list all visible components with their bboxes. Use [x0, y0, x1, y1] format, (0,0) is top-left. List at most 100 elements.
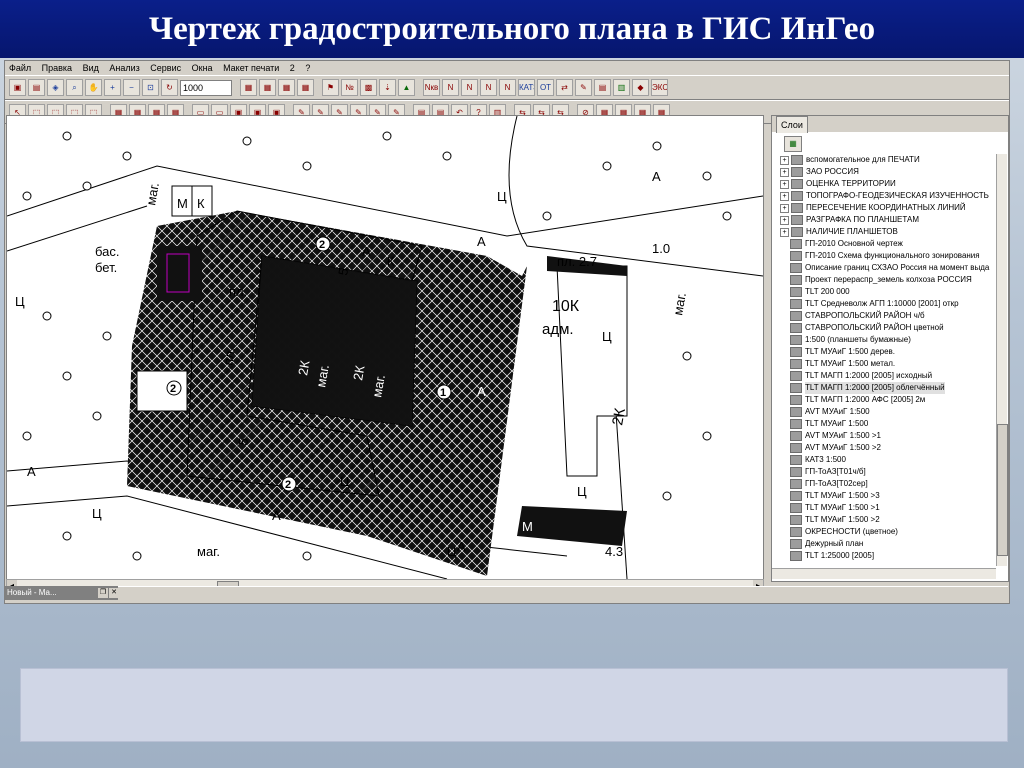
tool-icon[interactable]: №: [341, 79, 358, 96]
zoom-fit-icon[interactable]: ⊡: [142, 79, 159, 96]
tool-icon[interactable]: N: [480, 79, 497, 96]
tool-icon[interactable]: N: [499, 79, 516, 96]
menu-2[interactable]: 2: [290, 63, 295, 73]
map-canvas[interactable]: маг. М К бас. бет. пл. пл. 2.7 1.0 10К а…: [6, 115, 764, 580]
tool-icon[interactable]: Nкв: [423, 79, 440, 96]
minimized-window[interactable]: Новый - Ма... ❐ ✕: [4, 586, 121, 600]
menu-view[interactable]: Вид: [83, 63, 99, 73]
layer-row[interactable]: TLT МАГП 1:2000 [2005] облегчённый: [780, 382, 996, 394]
save-icon[interactable]: ▤: [28, 79, 45, 96]
layer-label: Проект перераспр_земель колхоза РОССИЯ: [805, 275, 972, 284]
layer-row[interactable]: TLT 200 000: [780, 286, 996, 298]
map-label: бас.: [95, 244, 120, 259]
layer-row[interactable]: ОКРЕСНОСТИ (цветное): [780, 526, 996, 538]
zoom-out-icon[interactable]: −: [123, 79, 140, 96]
layer-row[interactable]: Дежурный план: [780, 538, 996, 550]
expand-icon[interactable]: +: [780, 179, 789, 189]
layer-row[interactable]: Проект перераспр_земель колхоза РОССИЯ: [780, 274, 996, 286]
layer-tree: + вспомогательное для ПЕЧАТИ + ЗАО РОССИЯ + О…: [780, 154, 996, 574]
layer-group-row[interactable]: + ЗАО РОССИЯ: [780, 166, 996, 178]
menu-analysis[interactable]: Анализ: [109, 63, 139, 73]
menu-print-layout[interactable]: Макет печати: [223, 63, 279, 73]
layer-row[interactable]: 1:500 (планшеты бумажные): [780, 334, 996, 346]
expand-icon[interactable]: +: [780, 203, 789, 213]
layer-group-row[interactable]: + РАЗГРАФКА ПО ПЛАНШЕТАМ: [780, 214, 996, 226]
layer-row[interactable]: СТАВРОПОЛЬСКИЙ РАЙОН ч/б: [780, 310, 996, 322]
tool-icon[interactable]: ◆: [632, 79, 649, 96]
layer-row[interactable]: TLT МУАиГ 1:500 >3: [780, 490, 996, 502]
expand-icon[interactable]: +: [780, 215, 789, 225]
layer-row[interactable]: AVT МУАиГ 1:500: [780, 406, 996, 418]
layer-row[interactable]: TLT МУАиГ 1:500 >2: [780, 514, 996, 526]
tool-icon[interactable]: N: [461, 79, 478, 96]
hand-icon[interactable]: ✋: [85, 79, 102, 96]
layer-row[interactable]: ГП-ТоАЗ[Т01ч/б]: [780, 466, 996, 478]
layer-label: TLT МУАиГ 1:500 дерев.: [805, 347, 896, 356]
layer-row[interactable]: TLT МУАиГ 1:500 метал.: [780, 358, 996, 370]
tool-icon[interactable]: ▤: [594, 79, 611, 96]
layer-row[interactable]: TLT МУАиГ 1:500: [780, 418, 996, 430]
tool-icon[interactable]: N: [442, 79, 459, 96]
refresh-icon[interactable]: ↻: [161, 79, 178, 96]
expand-icon[interactable]: +: [780, 191, 789, 201]
layer-icon[interactable]: ◈: [47, 79, 64, 96]
menu-help[interactable]: ?: [305, 63, 310, 73]
tool-icon[interactable]: ⚑: [322, 79, 339, 96]
tool-icon[interactable]: ▦: [240, 79, 257, 96]
tool-icon[interactable]: ▥: [613, 79, 630, 96]
tool-icon[interactable]: ЭКС: [651, 79, 668, 96]
layer-row[interactable]: Описание границ СХЗАО Россия на момент в…: [780, 262, 996, 274]
tool-icon[interactable]: ▲: [398, 79, 415, 96]
map-label: пл. 2.7: [557, 254, 597, 269]
restore-icon[interactable]: ❐: [98, 588, 108, 598]
map-label: 2К: [295, 359, 312, 377]
menu-file[interactable]: Файл: [9, 63, 31, 73]
tool-icon[interactable]: ▩: [360, 79, 377, 96]
layer-row[interactable]: AVT МУАиГ 1:500 >2: [780, 442, 996, 454]
scroll-thumb[interactable]: [997, 424, 1008, 556]
layers-horizontal-scrollbar[interactable]: [772, 568, 996, 579]
map-label: К: [387, 254, 395, 269]
map-label: А: [652, 169, 661, 184]
layer-group-row[interactable]: + ПЕРЕСЕЧЕНИЕ КООРДИНАТНЫХ ЛИНИЙ: [780, 202, 996, 214]
layer-row[interactable]: TLT МАГП 1:2000 АФС [2005] 2м: [780, 394, 996, 406]
layer-group-row[interactable]: + вспомогательное для ПЕЧАТИ: [780, 154, 996, 166]
scale-input[interactable]: 1000: [180, 79, 232, 96]
layer-group-row[interactable]: + ТОПОГРАФО-ГЕОДЕЗИЧЕСКАЯ ИЗУЧЕННОСТЬ: [780, 190, 996, 202]
layer-row[interactable]: TLT МАГП 1:2000 [2005] исходный: [780, 370, 996, 382]
menu-windows[interactable]: Окна: [192, 63, 213, 73]
layer-row[interactable]: СТАВРОПОЛЬСКИЙ РАЙОН цветной: [780, 322, 996, 334]
layer-row[interactable]: TLT МУАиГ 1:500 >1: [780, 502, 996, 514]
layer-row[interactable]: ГП-2010 Основной чертеж: [780, 238, 996, 250]
tool-icon[interactable]: ▦: [259, 79, 276, 96]
layer-row[interactable]: TLT Средневолж АГП 1:10000 [2001] откр: [780, 298, 996, 310]
tool-icon[interactable]: КАТЗ: [518, 79, 535, 96]
layer-group-row[interactable]: + ОЦЕНКА ТЕРРИТОРИИ: [780, 178, 996, 190]
menu-edit[interactable]: Правка: [42, 63, 72, 73]
layer-settings-icon[interactable]: ▦: [784, 136, 802, 152]
tool-icon[interactable]: ▦: [297, 79, 314, 96]
layer-label: TLT МАГП 1:2000 [2005] исходный: [805, 371, 933, 380]
layer-row[interactable]: AVT МУАиГ 1:500 >1: [780, 430, 996, 442]
layer-group-row[interactable]: + НАЛИЧИЕ ПЛАНШЕТОВ: [780, 226, 996, 238]
menu-service[interactable]: Сервис: [150, 63, 181, 73]
tool-icon[interactable]: ОТ: [537, 79, 554, 96]
expand-icon[interactable]: +: [780, 227, 789, 237]
tool-icon[interactable]: ✎: [575, 79, 592, 96]
tool-icon[interactable]: ⇣: [379, 79, 396, 96]
zoom-in-icon[interactable]: +: [104, 79, 121, 96]
expand-icon[interactable]: +: [780, 155, 789, 165]
tool-icon[interactable]: ▦: [278, 79, 295, 96]
layer-row[interactable]: TLT МУАиГ 1:500 дерев.: [780, 346, 996, 358]
expand-icon[interactable]: +: [780, 167, 789, 177]
layer-row[interactable]: ГП-ТоАЗ[Т02сер]: [780, 478, 996, 490]
open-icon[interactable]: ▣: [9, 79, 26, 96]
tab-layers[interactable]: Слои: [776, 116, 808, 133]
tool-icon[interactable]: ⇄: [556, 79, 573, 96]
layer-row[interactable]: КАТ3 1:500: [780, 454, 996, 466]
search-icon[interactable]: ⌕: [66, 79, 83, 96]
layers-vertical-scrollbar[interactable]: [996, 154, 1008, 566]
layer-label: ГП-ТоАЗ[Т02сер]: [805, 479, 868, 488]
layer-row[interactable]: ГП-2010 Схема функционального зонировани…: [780, 250, 996, 262]
layer-row[interactable]: TLT 1:25000 [2005]: [780, 550, 996, 562]
